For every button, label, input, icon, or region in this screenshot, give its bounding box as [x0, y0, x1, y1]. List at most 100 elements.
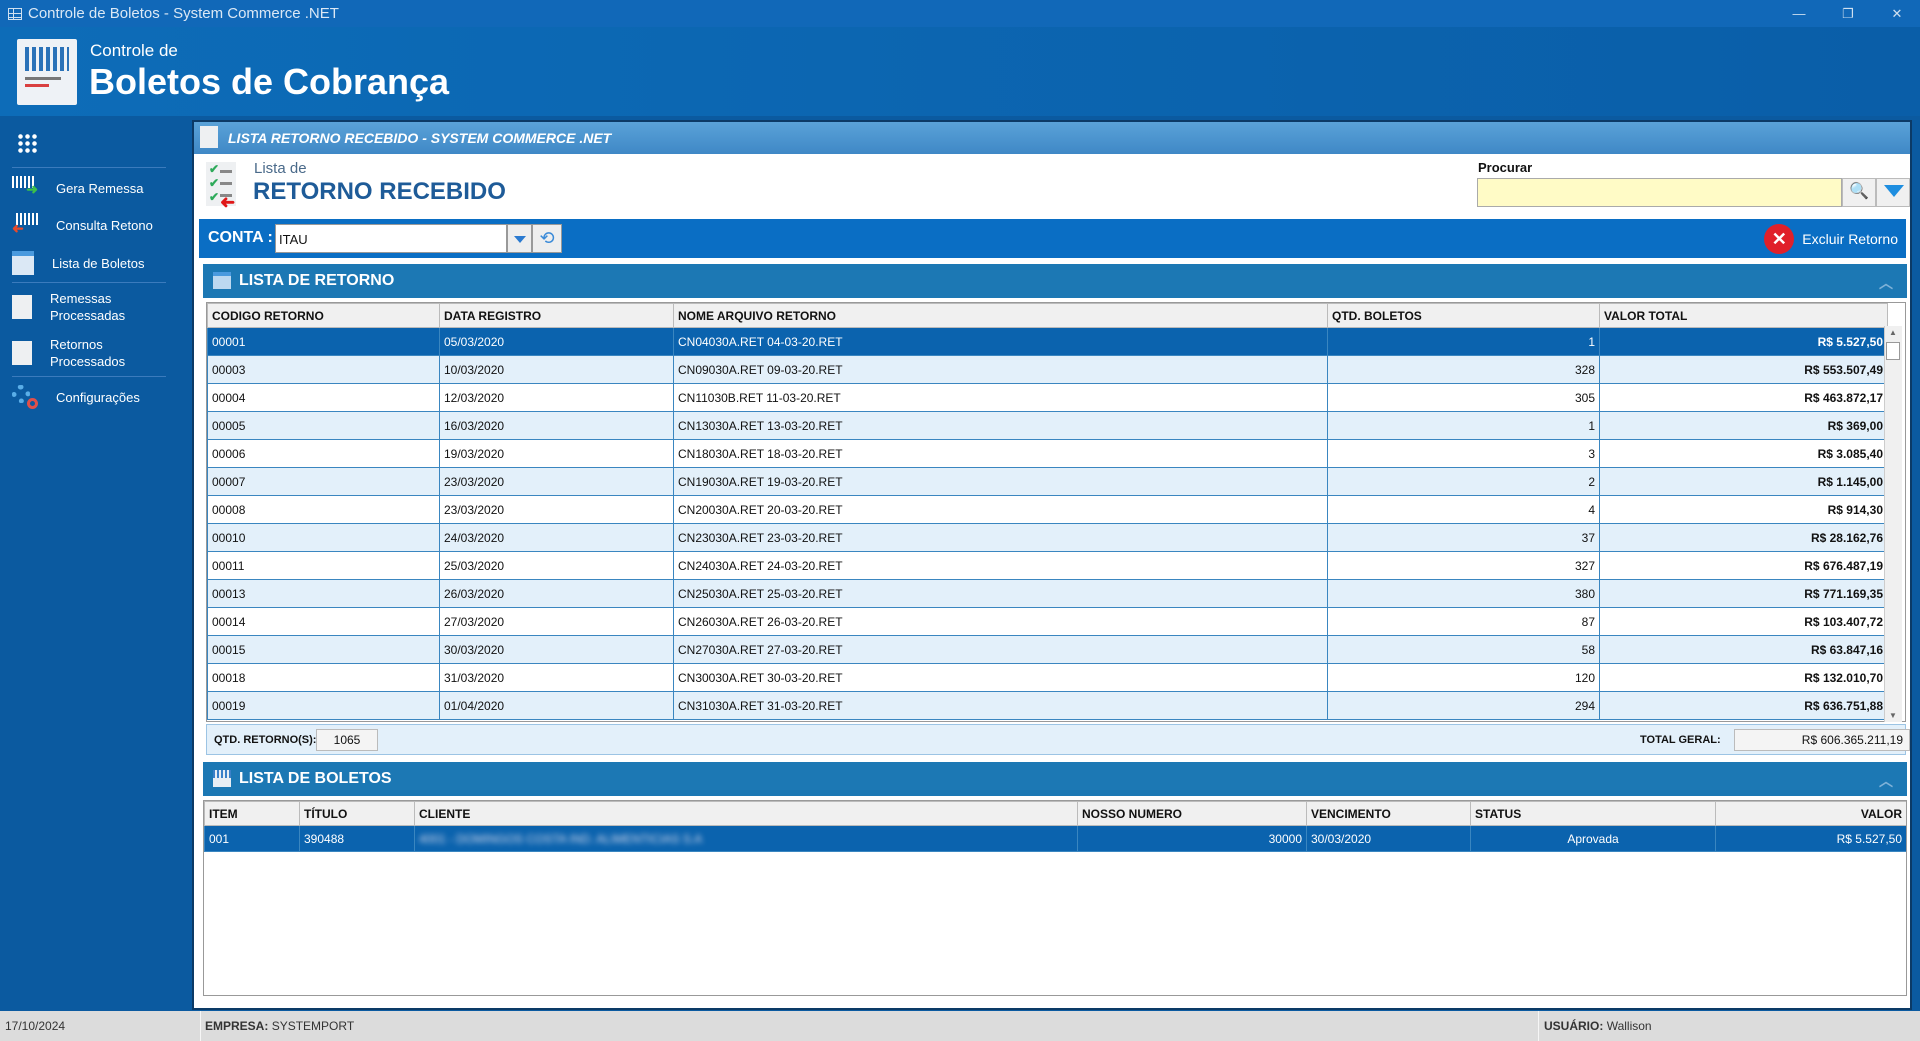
table-cell: 26/03/2020 — [439, 579, 674, 608]
column-header[interactable]: STATUS — [1470, 801, 1716, 826]
table-cell: 00006 — [207, 439, 440, 468]
table-row[interactable]: 001 390488 4001 - DOMINGOS COSTA IND. ALIM… — [204, 825, 1906, 852]
column-header[interactable]: DATA REGISTRO — [439, 303, 674, 328]
table-cell: CN25030A.RET 25-03-20.RET — [673, 579, 1328, 608]
table-cell: 05/03/2020 — [439, 327, 674, 356]
table-cell: 23/03/2020 — [439, 467, 674, 496]
sidebar-item-gera-remessa[interactable]: ➜ Gera Remessa — [12, 176, 172, 200]
collapse-icon[interactable]: ︿ — [1879, 771, 1893, 791]
table-cell: R$ 369,00 — [1599, 411, 1888, 440]
table-cell: 00003 — [207, 355, 440, 384]
table-cell: 87 — [1327, 607, 1600, 636]
table-cell: 00011 — [207, 551, 440, 580]
refresh-icon[interactable]: ⟲ — [532, 224, 562, 253]
chevron-down-icon[interactable] — [507, 224, 532, 253]
table-row[interactable]: 00005 16/03/2020 CN13030A.RET 13-03-20.RET… — [207, 411, 1888, 440]
table-row[interactable]: 00007 23/03/2020 CN19030A.RET 19-03-20.RET… — [207, 467, 1888, 496]
table-cell: 58 — [1327, 635, 1600, 664]
table-cell: 25/03/2020 — [439, 551, 674, 580]
table-row[interactable]: 00015 30/03/2020 CN27030A.RET 27-03-20.RET… — [207, 635, 1888, 664]
restore-button[interactable]: ❐ — [1825, 0, 1871, 27]
table-cell: CN30030A.RET 30-03-20.RET — [673, 663, 1328, 692]
checklist-return-icon — [12, 341, 32, 365]
retornos-footer: QTD. RETORNO(S): 1065 TOTAL GERAL: R$ 60… — [206, 724, 1910, 755]
table-cell: 00015 — [207, 635, 440, 664]
sidebar-item-consulta-retono[interactable]: ➜ Consulta Retono — [12, 213, 172, 237]
main-panel: LISTA RETORNO RECEBIDO - SYSTEM COMMERCE… — [192, 120, 1912, 1010]
divider — [12, 376, 166, 377]
table-cell: CN31030A.RET 31-03-20.RET — [673, 691, 1328, 720]
table-cell: CN27030A.RET 27-03-20.RET — [673, 635, 1328, 664]
table-cell: 1 — [1327, 411, 1600, 440]
table-row[interactable]: 00008 23/03/2020 CN20030A.RET 20-03-20.RET… — [207, 495, 1888, 524]
lista-retorno-header[interactable]: LISTA DE RETORNO ︿ — [203, 264, 1907, 298]
column-header[interactable]: VALOR — [1715, 801, 1906, 826]
table-cell: R$ 28.162,76 — [1599, 523, 1888, 552]
table-cell: R$ 553.507,49 — [1599, 355, 1888, 384]
table-cell: 30/03/2020 — [439, 635, 674, 664]
close-button[interactable]: ✕ — [1874, 0, 1920, 27]
conta-select[interactable]: ITAU — [275, 224, 507, 253]
column-header[interactable]: CLIENTE — [414, 801, 1078, 826]
conta-bar: CONTA : ITAU ⟲ ✕ Excluir Retorno — [199, 219, 1906, 258]
total-geral-value: R$ 606.365.211,19 — [1734, 729, 1910, 751]
table-cell: 4001 - DOMINGOS COSTA IND. ALIMENTICIAS … — [414, 825, 1078, 852]
apps-grid-icon[interactable] — [17, 133, 37, 153]
table-icon — [12, 251, 34, 275]
column-header[interactable]: VALOR TOTAL — [1599, 303, 1888, 328]
sidebar-item-lista-boletos[interactable]: Lista de Boletos — [12, 251, 172, 275]
page-subtitle: Lista de — [254, 160, 307, 177]
column-header[interactable]: TÍTULO — [299, 801, 415, 826]
table-cell: CN11030B.RET 11-03-20.RET — [673, 383, 1328, 412]
barcode-receive-icon: ➜ — [12, 213, 38, 237]
sidebar-item-retornos-processados[interactable]: Retornos Processados — [12, 335, 172, 371]
column-header[interactable]: ITEM — [204, 801, 300, 826]
table-row[interactable]: 00001 05/03/2020 CN04030A.RET 04-03-20.RET… — [207, 327, 1888, 356]
title-bar: Controle de Boletos - System Commerce .N… — [0, 0, 1920, 27]
column-header[interactable]: QTD. BOLETOS — [1327, 303, 1600, 328]
table-cell: 120 — [1327, 663, 1600, 692]
table-row[interactable]: 00004 12/03/2020 CN11030B.RET 11-03-20.RET… — [207, 383, 1888, 412]
retornos-table: CODIGO RETORNO DATA REGISTRO NOME ARQUIVO … — [206, 302, 1906, 722]
table-row[interactable]: 00003 10/03/2020 CN09030A.RET 09-03-20.RET… — [207, 355, 1888, 384]
column-header[interactable]: NOSSO NUMERO — [1077, 801, 1307, 826]
column-header[interactable]: VENCIMENTO — [1306, 801, 1471, 826]
table-cell: CN24030A.RET 24-03-20.RET — [673, 551, 1328, 580]
filter-icon[interactable] — [1876, 178, 1910, 207]
table-cell: R$ 463.872,17 — [1599, 383, 1888, 412]
table-cell: CN26030A.RET 26-03-20.RET — [673, 607, 1328, 636]
table-cell: 380 — [1327, 579, 1600, 608]
table-row[interactable]: 00010 24/03/2020 CN23030A.RET 23-03-20.RET… — [207, 523, 1888, 552]
collapse-icon[interactable]: ︿ — [1879, 273, 1893, 293]
table-cell: 37 — [1327, 523, 1600, 552]
total-geral-label: TOTAL GERAL: — [1640, 734, 1721, 746]
boletos-table: ITEM TÍTULO CLIENTE NOSSO NUMERO VENCIMENTO S… — [203, 800, 1907, 996]
table-row[interactable]: 00014 27/03/2020 CN26030A.RET 26-03-20.RET… — [207, 607, 1888, 636]
table-row[interactable]: 00006 19/03/2020 CN18030A.RET 18-03-20.RET… — [207, 439, 1888, 468]
minimize-button[interactable]: — — [1776, 0, 1822, 27]
column-header[interactable]: NOME ARQUIVO RETORNO — [673, 303, 1328, 328]
table-cell: 12/03/2020 — [439, 383, 674, 412]
table-cell: 00018 — [207, 663, 440, 692]
table-row[interactable]: 00018 31/03/2020 CN30030A.RET 30-03-20.RET… — [207, 663, 1888, 692]
table-row[interactable]: 00011 25/03/2020 CN24030A.RET 24-03-20.RET… — [207, 551, 1888, 580]
table-cell: CN19030A.RET 19-03-20.RET — [673, 467, 1328, 496]
sidebar-item-configuracoes[interactable]: Configurações — [12, 385, 172, 409]
excluir-retorno-button[interactable]: ✕ Excluir Retorno — [1764, 224, 1898, 254]
column-header[interactable]: CODIGO RETORNO — [207, 303, 440, 328]
table-row[interactable]: 00019 01/04/2020 CN31030A.RET 31-03-20.RET… — [207, 691, 1888, 720]
barcode-send-icon: ➜ — [12, 176, 38, 200]
lista-boletos-header[interactable]: LISTA DE BOLETOS ︿ — [203, 762, 1907, 796]
table-cell: R$ 132.010,70 — [1599, 663, 1888, 692]
table-row[interactable]: 00013 26/03/2020 CN25030A.RET 25-03-20.RET… — [207, 579, 1888, 608]
table-cell: 27/03/2020 — [439, 607, 674, 636]
conta-label: CONTA : — [208, 229, 273, 246]
table-cell: R$ 914,30 — [1599, 495, 1888, 524]
scrollbar[interactable]: ▲ ▼ — [1884, 326, 1902, 722]
search-input[interactable] — [1477, 178, 1842, 207]
search-icon[interactable]: 🔍 — [1842, 178, 1876, 207]
table-cell: 328 — [1327, 355, 1600, 384]
table-cell: Aprovada — [1470, 825, 1716, 852]
sidebar-item-remessas-processadas[interactable]: Remessas Processadas — [12, 289, 172, 325]
table-cell: 19/03/2020 — [439, 439, 674, 468]
